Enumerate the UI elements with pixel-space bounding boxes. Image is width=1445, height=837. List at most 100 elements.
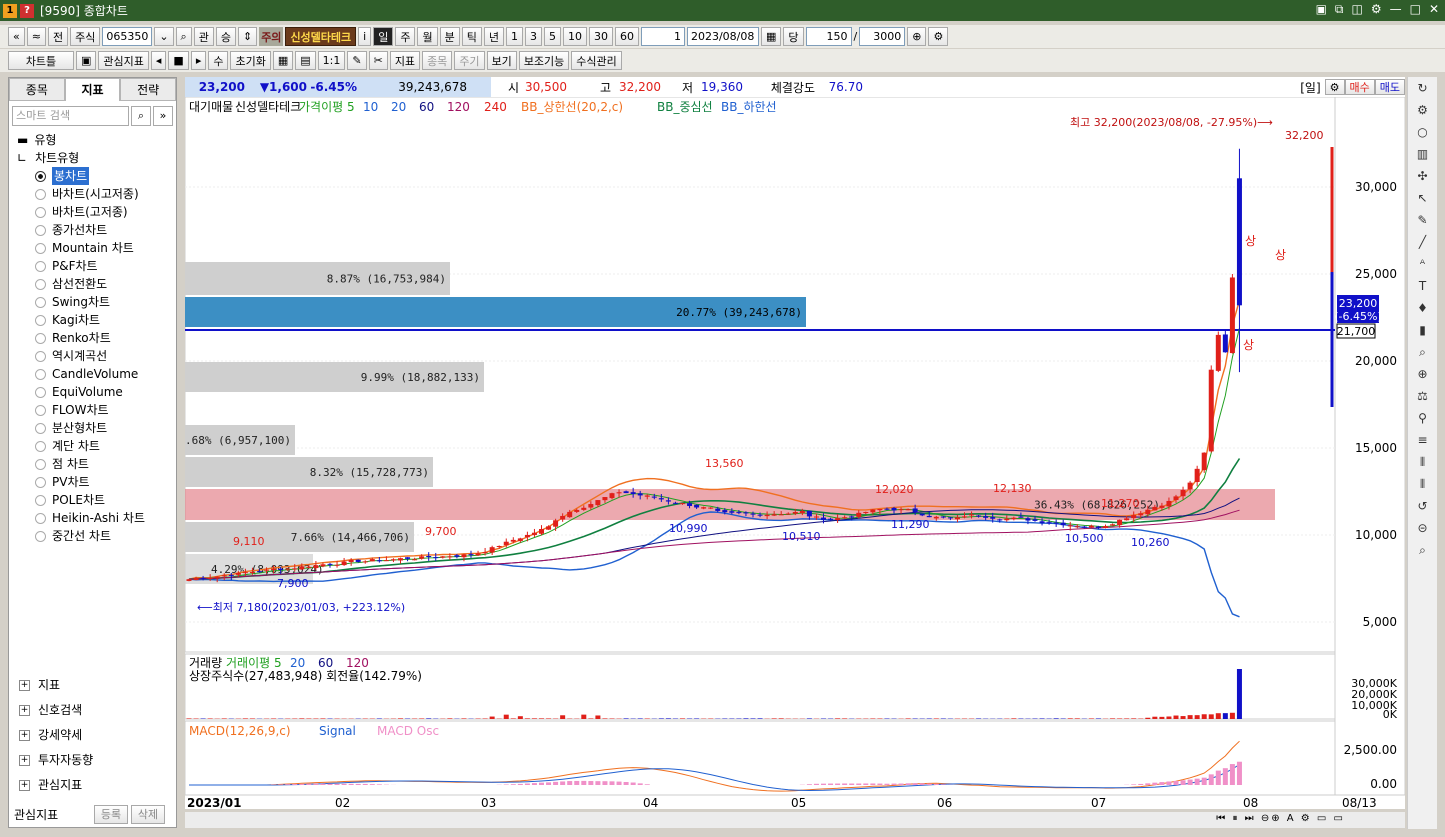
su-button[interactable]: 수	[208, 51, 229, 70]
market-select[interactable]: 주식	[70, 27, 101, 46]
cursor-icon[interactable]: ↖	[1408, 187, 1437, 209]
magnifier-icon[interactable]: ⌕	[1408, 341, 1437, 363]
layout-icon[interactable]: ▤	[295, 51, 316, 70]
radio-icon[interactable]	[35, 440, 46, 452]
register-button[interactable]: 등록	[94, 804, 128, 824]
related-button[interactable]: 관	[193, 27, 214, 46]
scroll-bar[interactable]: ⏮ ⏸ ⏭ ⊖⊕ A ⚙ ▭ ▭	[185, 812, 1405, 828]
radio-icon[interactable]	[35, 530, 46, 542]
prev-button[interactable]: 전	[47, 27, 69, 46]
radio-icon[interactable]	[35, 350, 46, 362]
left-arrow-icon[interactable]: ◂	[150, 51, 167, 70]
tree-strength[interactable]: + 강세약세	[9, 723, 176, 748]
brush-icon[interactable]: ♦	[1408, 297, 1437, 319]
nav-first-button[interactable]: «	[8, 27, 25, 46]
refresh-icon[interactable]: ↻	[1408, 77, 1437, 99]
chart-type-item[interactable]: 역시계곡선	[9, 347, 176, 365]
unit-input[interactable]: 1	[640, 27, 685, 46]
radio-icon[interactable]	[35, 422, 46, 434]
chart-type-item[interactable]: P&F차트	[9, 257, 176, 275]
minute-30[interactable]: 30	[588, 27, 613, 46]
radio-icon[interactable]	[35, 386, 46, 398]
code-dropdown-icon[interactable]: ⌄	[154, 27, 174, 46]
minimize-button[interactable]: —	[1390, 2, 1402, 17]
chart-type-item[interactable]: 점 차트	[9, 455, 176, 473]
scroll-controls[interactable]: ⏮ ⏸ ⏭ ⊖⊕ A ⚙ ▭ ▭	[1216, 813, 1345, 824]
total-input[interactable]: 3000	[859, 27, 906, 46]
radio-icon[interactable]	[35, 512, 46, 524]
chart-type-item[interactable]: 바차트(고저종)	[9, 203, 176, 221]
minute-5[interactable]: 5	[543, 27, 561, 46]
radio-icon[interactable]	[35, 260, 46, 272]
radio-icon[interactable]	[35, 188, 46, 200]
chart-type-item[interactable]: 중간선 차트	[9, 527, 176, 545]
chart-type-item[interactable]: FLOW차트	[9, 401, 176, 419]
period-minute[interactable]: 분	[439, 27, 460, 46]
radio-icon[interactable]	[35, 404, 46, 416]
tool-gear-icon[interactable]: ⚙	[1408, 99, 1437, 121]
radio-icon[interactable]	[35, 206, 46, 218]
chart-type-item[interactable]: POLE차트	[9, 491, 176, 509]
chart-type-item[interactable]: 바차트(시고저종)	[9, 185, 176, 203]
maximize-button[interactable]: □	[1410, 2, 1421, 17]
smart-search-input[interactable]: 스마트 검색	[12, 106, 129, 126]
formula-button[interactable]: 수식관리	[571, 51, 622, 70]
minute-60[interactable]: 60	[614, 27, 639, 46]
chart-type-item[interactable]: 봉차트	[9, 167, 176, 185]
chart-type-item[interactable]: EquiVolume	[9, 383, 176, 401]
sell-button[interactable]: 매도	[1374, 79, 1405, 95]
scale-icon[interactable]: ⚖	[1408, 385, 1437, 407]
right-arrow-icon[interactable]: ▸	[190, 51, 207, 70]
minute-10[interactable]: 10	[562, 27, 587, 46]
chart-type-item[interactable]: Swing차트	[9, 293, 176, 311]
calendar-icon[interactable]: ▦	[760, 27, 782, 46]
count-input[interactable]: 150	[805, 27, 852, 46]
spin-icon[interactable]: ⇕	[237, 27, 258, 46]
code-input[interactable]: 065350	[102, 27, 153, 46]
info-button[interactable]: i	[358, 27, 372, 46]
chart-type-item[interactable]: PV차트	[9, 473, 176, 491]
period-tick[interactable]: 틱	[461, 27, 482, 46]
circle-icon[interactable]: ○	[1408, 121, 1437, 143]
tree-indicator[interactable]: + 지표	[9, 673, 176, 698]
chart-type-item[interactable]: Heikin-Ashi 차트	[9, 509, 176, 527]
tab-indicator[interactable]: 지표	[64, 78, 121, 101]
link-icon[interactable]: ▣	[1316, 2, 1327, 17]
bars-icon[interactable]: ▥	[1408, 143, 1437, 165]
split-icon[interactable]: ◫	[1351, 2, 1362, 17]
buy-button[interactable]: 매수	[1344, 79, 1375, 95]
radio-icon[interactable]	[35, 476, 46, 488]
search-icon[interactable]: ⌕	[131, 106, 151, 126]
copy-icon[interactable]: ⧉	[1335, 2, 1344, 17]
auto-icon[interactable]: ᴬ	[1408, 253, 1437, 275]
cycle-button[interactable]: 주기	[454, 51, 485, 70]
tab-stock[interactable]: 종목	[9, 78, 65, 101]
aux-button[interactable]: 보조기능	[518, 51, 570, 70]
period-month[interactable]: 월	[417, 27, 438, 46]
gear-icon[interactable]: ⚙	[1371, 2, 1382, 17]
cross-icon[interactable]: ✣	[1408, 165, 1437, 187]
scissors-icon[interactable]: ✂	[368, 51, 388, 70]
tree-subgroup-charttype[interactable]: ∟ 차트유형	[9, 149, 176, 167]
pin-tool-icon[interactable]: ⚲	[1408, 407, 1437, 429]
radio-icon[interactable]	[35, 296, 46, 308]
pencil-icon[interactable]: ✎	[1408, 209, 1437, 231]
reset-button[interactable]: 초기화	[230, 51, 271, 70]
nav-up-button[interactable]: ≈	[26, 27, 46, 46]
line-icon[interactable]: ╱	[1408, 231, 1437, 253]
reset-zoom-icon[interactable]: ⊝	[1408, 517, 1437, 539]
chart-type-item[interactable]: 종가선차트	[9, 221, 176, 239]
candle-icon[interactable]: ▮	[1408, 319, 1437, 341]
tree-signal-search[interactable]: + 신호검색	[9, 698, 176, 723]
stock-button[interactable]: 종목	[422, 51, 453, 70]
settings-gear-icon[interactable]: ⚙	[928, 27, 949, 46]
radio-icon[interactable]	[35, 314, 46, 326]
save-icon[interactable]: ▣	[76, 51, 97, 70]
chart-type-item[interactable]: 계단 차트	[9, 437, 176, 455]
search-tool-icon[interactable]: ⌕	[1408, 539, 1437, 561]
radio-icon[interactable]	[35, 368, 46, 380]
chart-frame-button[interactable]: 차트틀	[8, 51, 74, 70]
close-button[interactable]: ✕	[1429, 2, 1439, 17]
lines-icon[interactable]: ≡	[1408, 429, 1437, 451]
chart-type-item[interactable]: Renko차트	[9, 329, 176, 347]
